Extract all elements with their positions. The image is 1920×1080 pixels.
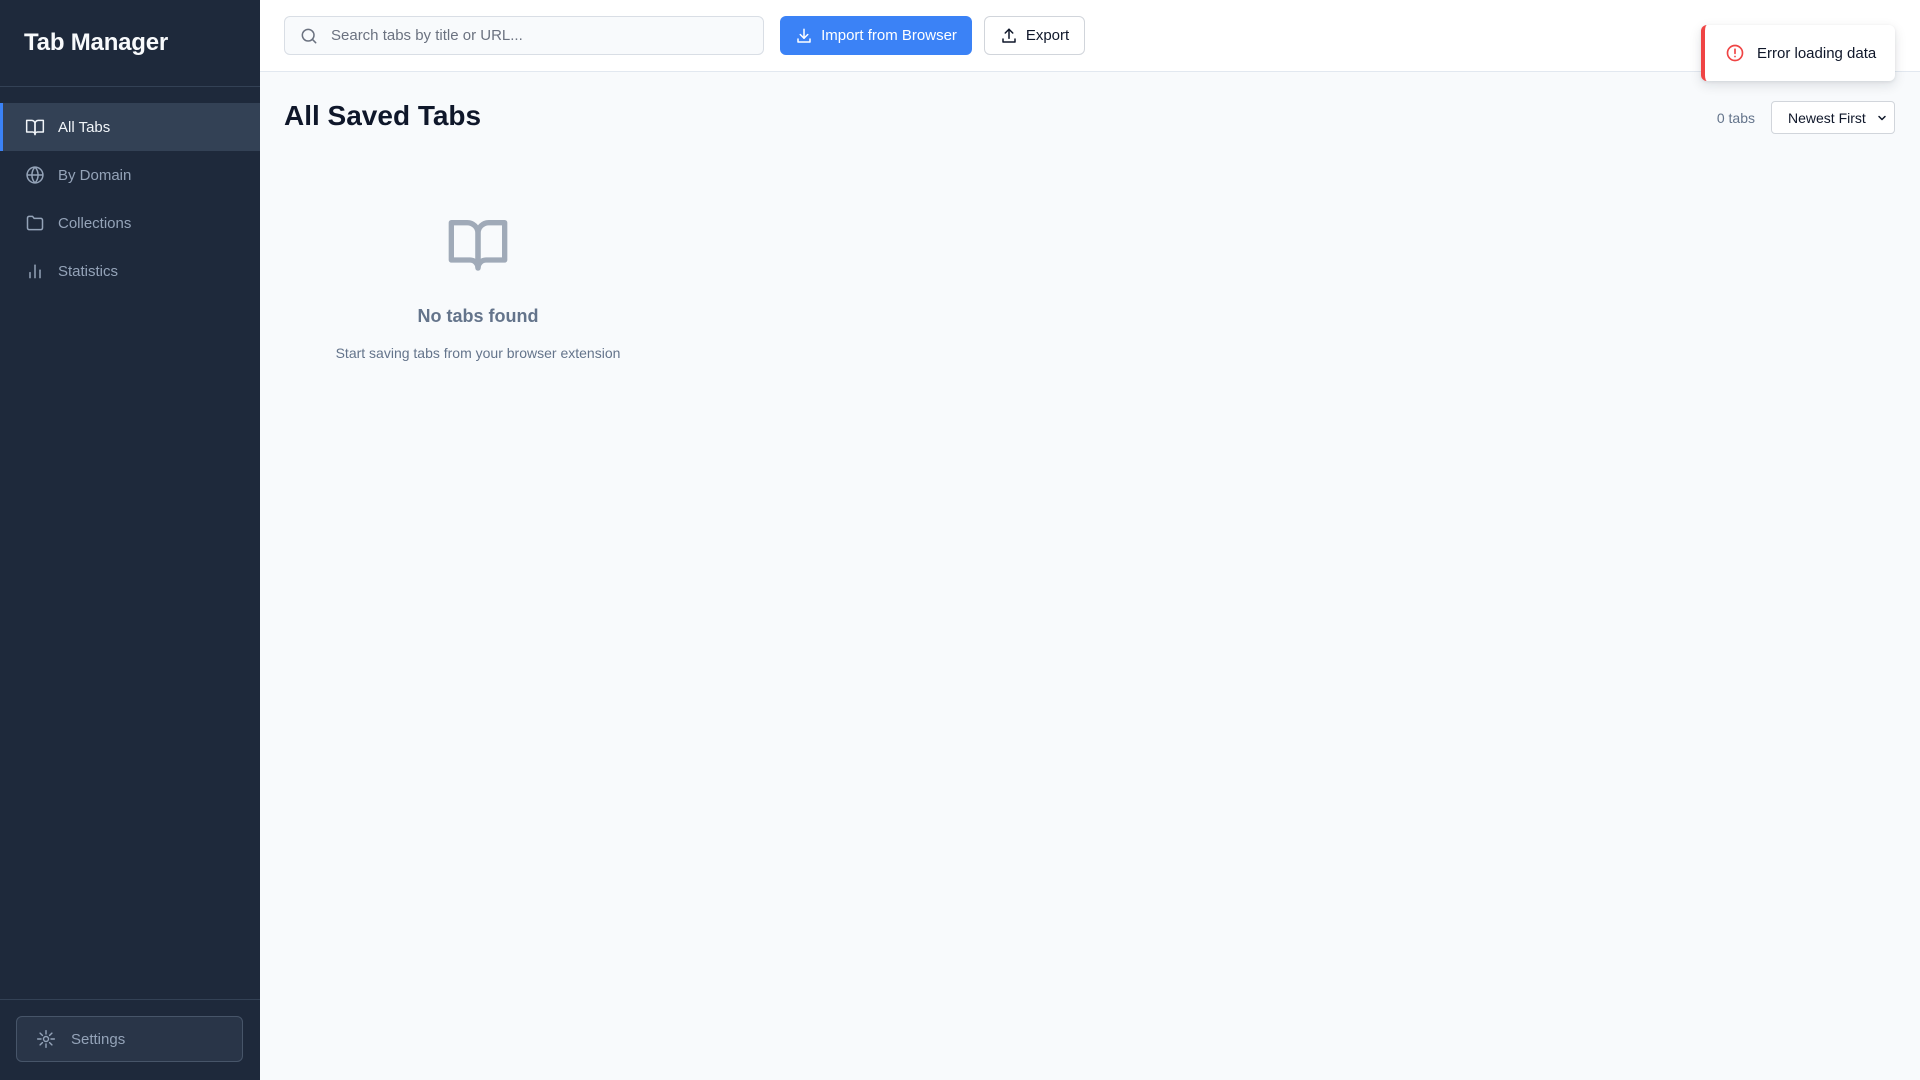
search-input[interactable] [331, 27, 751, 44]
sidebar-item-label: Collections [58, 214, 132, 232]
sidebar-item-statistics[interactable]: Statistics [0, 247, 260, 295]
empty-state-title: No tabs found [417, 306, 539, 326]
sort-select[interactable]: Newest First [1771, 101, 1895, 134]
export-button[interactable]: Export [984, 16, 1085, 55]
book-open-icon [24, 116, 46, 138]
chevron-down-icon [1878, 115, 1886, 121]
folder-icon [24, 212, 46, 234]
alert-circle-icon [1725, 43, 1745, 63]
sidebar-item-all-tabs[interactable]: All Tabs [0, 103, 260, 151]
upload-icon [1000, 27, 1018, 45]
search-icon [299, 26, 319, 46]
top-toolbar: Import from Browser Export [260, 0, 1920, 72]
sidebar-header: Tab Manager [0, 0, 260, 87]
sidebar-item-label: All Tabs [58, 118, 111, 136]
settings-label: Settings [71, 1030, 126, 1048]
sidebar-nav: All Tabs By Domain Collections Statistic… [0, 87, 260, 295]
sidebar-item-label: Statistics [58, 262, 119, 280]
toast-message: Error loading data [1757, 44, 1877, 62]
sidebar: Tab Manager All Tabs By Domain Collectio… [0, 0, 260, 1080]
settings-icon [35, 1028, 57, 1050]
globe-icon [24, 164, 46, 186]
book-open-icon [448, 220, 508, 271]
search-box[interactable] [284, 16, 764, 55]
import-button-label: Import from Browser [821, 27, 957, 44]
app-title: Tab Manager [24, 29, 169, 56]
main-content: All Saved Tabs 0 tabs Newest First No ta… [260, 72, 1920, 1080]
download-icon [795, 27, 813, 45]
sort-selected-value: Newest First [1788, 109, 1866, 126]
error-toast: Error loading data [1701, 25, 1895, 81]
sidebar-item-label: By Domain [58, 166, 132, 184]
empty-state: No tabs found Start saving tabs from you… [284, 212, 672, 361]
bar-chart-icon [24, 260, 46, 282]
tab-count: 0 tabs [1716, 110, 1755, 126]
sidebar-footer: Settings [0, 999, 260, 1080]
page-title: All Saved Tabs [284, 100, 482, 131]
settings-button[interactable]: Settings [16, 1016, 243, 1062]
empty-state-subtitle: Start saving tabs from your browser exte… [335, 345, 621, 361]
sidebar-item-collections[interactable]: Collections [0, 199, 260, 247]
import-from-browser-button[interactable]: Import from Browser [780, 16, 972, 55]
sidebar-item-by-domain[interactable]: By Domain [0, 151, 260, 199]
export-button-label: Export [1025, 27, 1070, 44]
